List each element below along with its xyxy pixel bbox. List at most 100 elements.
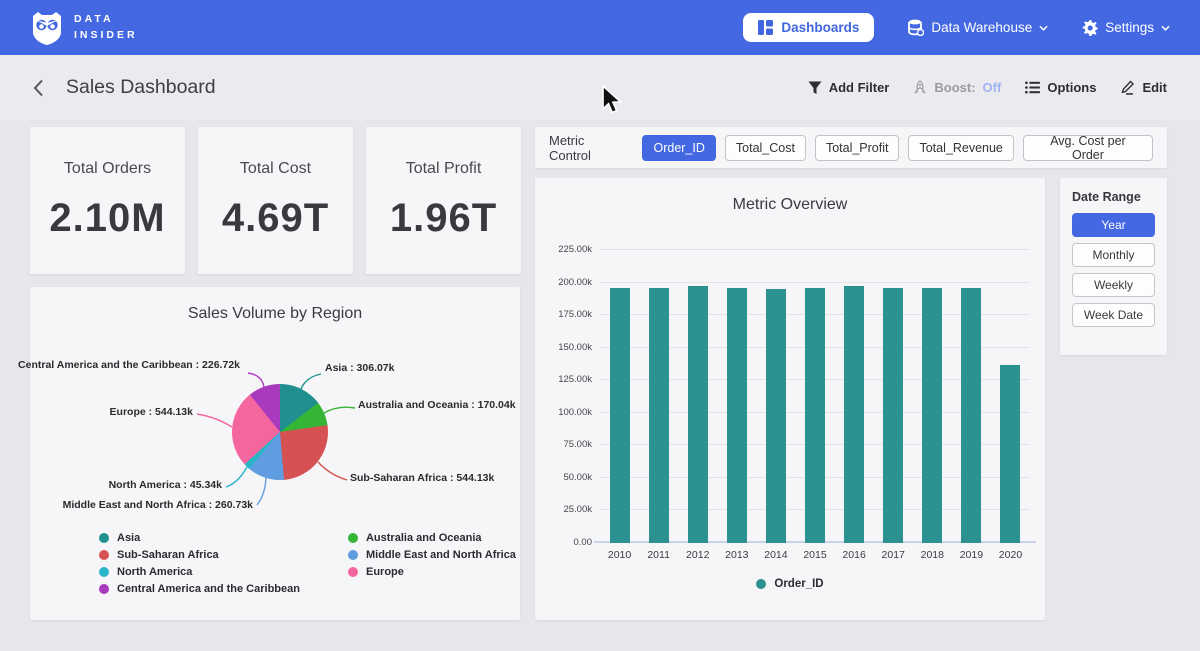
x-axis-labels: 2010201120122013201420152016201720182019… <box>600 549 1030 561</box>
metric-option-order-id[interactable]: Order_ID <box>642 135 715 161</box>
bar-chart-title: Metric Overview <box>535 178 1045 214</box>
nav-data-warehouse-label: Data Warehouse <box>931 20 1032 35</box>
legend-dot <box>99 567 109 577</box>
bar-2017[interactable] <box>883 288 903 543</box>
y-axis-tick: 175.00k <box>540 309 592 320</box>
legend-label: Asia <box>117 532 140 544</box>
date-range-option-monthly[interactable]: Monthly <box>1072 243 1155 267</box>
x-axis-tick-2019: 2019 <box>952 549 991 561</box>
metric-option-total-cost[interactable]: Total_Cost <box>725 135 806 161</box>
bar-2015[interactable] <box>805 288 825 543</box>
metric-control-label: Metric Control <box>549 133 629 163</box>
boost-state: Off <box>983 80 1002 95</box>
x-axis-tick-2013: 2013 <box>717 549 756 561</box>
bar-chart-legend: Order_ID <box>535 578 1045 590</box>
add-filter-label: Add Filter <box>829 80 890 95</box>
bar-2011[interactable] <box>649 288 669 543</box>
pie-chart[interactable] <box>232 384 328 480</box>
sales-volume-by-region-card: Sales Volume by Region Central America a… <box>30 287 520 620</box>
date-range-option-weekly[interactable]: Weekly <box>1072 273 1155 297</box>
pie-annotation-australia-oceania: Australia and Oceania : 170.04k <box>358 399 516 411</box>
legend-label: Central America and the Caribbean <box>117 583 300 595</box>
date-range-card: Date Range YearMonthlyWeeklyWeek Date <box>1060 178 1167 355</box>
legend-dot <box>756 579 766 589</box>
edit-pencil-icon <box>1120 80 1135 95</box>
legend-label: North America <box>117 566 192 578</box>
pie-chart-area: Central America and the Caribbean : 226.… <box>30 287 520 620</box>
bar-slot-2014 <box>756 233 795 543</box>
x-axis-tick-2017: 2017 <box>874 549 913 561</box>
y-axis-tick: 50.00k <box>540 472 592 483</box>
options-list-icon <box>1025 81 1040 94</box>
pie-legend: AsiaSub-Saharan AfricaNorth AmericaCentr… <box>99 532 516 595</box>
filter-funnel-icon <box>808 81 822 95</box>
bar-slot-2017 <box>874 233 913 543</box>
date-range-buttons: Year Monthly Weekly Week Date <box>1072 213 1155 327</box>
bar-2020[interactable] <box>1000 365 1020 543</box>
metric-option-avg-cost-per-order[interactable]: Avg. Cost per Order <box>1023 135 1153 161</box>
bar-slot-2012 <box>678 233 717 543</box>
pie-annotation-middle-east-north-africa: Middle East and North Africa : 260.73k <box>63 499 253 511</box>
x-axis-tick-2011: 2011 <box>639 549 678 561</box>
legend-item-order-id: Order_ID <box>756 578 823 590</box>
bar-slot-2019 <box>952 233 991 543</box>
bar-2014[interactable] <box>766 289 786 543</box>
nav-settings-label: Settings <box>1105 20 1154 35</box>
nav-dashboards-label: Dashboards <box>781 20 859 35</box>
pie-annotation-europe: Europe : 544.13k <box>110 406 193 418</box>
kpi-value: 4.69T <box>222 196 329 241</box>
pie-legend-item-middle-east-and-north-africa: Middle East and North Africa <box>348 549 516 561</box>
date-range-option-year[interactable]: Year <box>1072 213 1155 237</box>
bar-2010[interactable] <box>610 288 630 543</box>
bar-2013[interactable] <box>727 288 747 543</box>
pie-annotation-central-america: Central America and the Caribbean : 226.… <box>18 359 240 371</box>
bar-slot-2011 <box>639 233 678 543</box>
y-axis-tick: 150.00k <box>540 342 592 353</box>
brand-text: DATA INSIDER <box>74 12 138 44</box>
bar-2016[interactable] <box>844 286 864 543</box>
legend-dot <box>99 533 109 543</box>
nav-settings-button[interactable]: Settings <box>1082 20 1170 36</box>
boost-toggle[interactable]: Boost: Off <box>913 80 1001 95</box>
bar-slot-2015 <box>795 233 834 543</box>
page-header: Sales Dashboard Add Filter Boost: Off Op <box>0 55 1200 120</box>
dashboards-grid-icon <box>758 20 773 35</box>
pie-annotation-asia: Asia : 306.07k <box>325 362 394 374</box>
y-axis-tick: 200.00k <box>540 277 592 288</box>
add-filter-button[interactable]: Add Filter <box>808 80 890 95</box>
bar-chart-plot: 225.00k200.00k175.00k150.00k125.00k100.0… <box>600 233 1030 543</box>
y-axis-tick: 125.00k <box>540 374 592 385</box>
x-axis-tick-2015: 2015 <box>795 549 834 561</box>
nav-data-warehouse-button[interactable]: Data Warehouse <box>908 19 1048 36</box>
x-axis-tick-2014: 2014 <box>756 549 795 561</box>
options-button[interactable]: Options <box>1025 80 1096 95</box>
legend-dot <box>348 533 358 543</box>
kpi-value: 2.10M <box>49 196 165 241</box>
chevron-down-icon <box>1161 25 1170 31</box>
kpi-card-total-profit: Total Profit 1.96T <box>366 127 521 274</box>
legend-dot <box>99 584 109 594</box>
legend-dot <box>99 550 109 560</box>
bar-slot-2010 <box>600 233 639 543</box>
metric-option-total-revenue[interactable]: Total_Revenue <box>908 135 1013 161</box>
rocket-icon <box>913 80 927 95</box>
bar-slot-2013 <box>717 233 756 543</box>
page-title: Sales Dashboard <box>66 76 216 99</box>
back-arrow-icon[interactable] <box>33 79 44 97</box>
bar-slot-2018 <box>913 233 952 543</box>
pie-legend-item-australia-and-oceania: Australia and Oceania <box>348 532 516 544</box>
metric-option-total-profit[interactable]: Total_Profit <box>815 135 900 161</box>
owl-logo-icon <box>30 10 64 46</box>
kpi-label: Total Orders <box>64 160 151 178</box>
nav-dashboards-button[interactable]: Dashboards <box>743 13 874 42</box>
pie-legend-item-central-america-and-the-caribbean: Central America and the Caribbean <box>99 583 300 595</box>
bar-2018[interactable] <box>922 288 942 543</box>
bar-2012[interactable] <box>688 286 708 543</box>
metric-control-bar: Metric Control Order_ID Total_Cost Total_P… <box>535 127 1167 168</box>
bar-2019[interactable] <box>961 288 981 543</box>
metric-overview-card: Metric Overview 225.00k200.00k175.00k150… <box>535 178 1045 620</box>
date-range-option-week-date[interactable]: Week Date <box>1072 303 1155 327</box>
legend-dot <box>348 550 358 560</box>
edit-button[interactable]: Edit <box>1120 80 1167 95</box>
kpi-label: Total Cost <box>240 160 311 178</box>
